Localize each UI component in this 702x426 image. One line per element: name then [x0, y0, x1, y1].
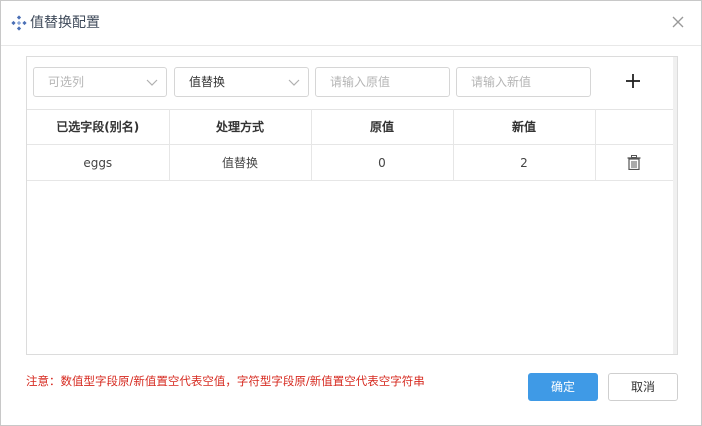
cell-old-value: 0: [311, 144, 454, 181]
cancel-button[interactable]: 取消: [608, 373, 678, 401]
new-value-placeholder: 请输入新值: [471, 75, 532, 89]
ok-button[interactable]: 确定: [528, 373, 598, 401]
warning-note: 注意：数值型字段原/新值置空代表空值，字符型字段原/新值置空代表空字符串: [26, 374, 425, 388]
header-method: 处理方式: [169, 109, 312, 145]
new-value-input[interactable]: 请输入新值: [456, 67, 591, 97]
table-row: eggs 值替换 0 2: [27, 144, 673, 181]
panel-scrollbar[interactable]: [673, 57, 677, 354]
method-select[interactable]: 值替换: [174, 67, 309, 97]
cell-new-value: 2: [453, 144, 596, 181]
cell-field: eggs: [27, 144, 170, 181]
dialog-titlebar: 值替换配置: [1, 1, 701, 46]
close-icon[interactable]: [669, 13, 687, 31]
dialog-title: 值替换配置: [30, 15, 100, 31]
cell-method: 值替换: [169, 144, 312, 181]
table-header-row: 已选字段(别名) 处理方式 原值 新值: [27, 109, 673, 145]
value-replace-dialog: 值替换配置 可选列 值替换 请输入原值 请输入新值 已选字段(别名) 处理方式 …: [0, 0, 702, 426]
field-select[interactable]: 可选列: [33, 67, 167, 97]
old-value-placeholder: 请输入原值: [330, 75, 391, 89]
chevron-down-icon: [146, 79, 158, 86]
rule-toolbar: 可选列 值替换 请输入原值 请输入新值: [27, 57, 677, 110]
old-value-input[interactable]: 请输入原值: [315, 67, 450, 97]
header-field: 已选字段(别名): [27, 109, 170, 145]
rules-table: 已选字段(别名) 处理方式 原值 新值 eggs 值替换 0 2: [27, 109, 673, 181]
chevron-down-icon: [288, 79, 300, 86]
cell-action: [595, 144, 673, 181]
diamond-dots-icon: [11, 15, 27, 31]
field-select-placeholder: 可选列: [48, 75, 85, 89]
header-action: [595, 109, 673, 145]
header-old-value: 原值: [311, 109, 454, 145]
header-new-value: 新值: [453, 109, 596, 145]
trash-icon[interactable]: [627, 155, 641, 171]
replace-rules-panel: 可选列 值替换 请输入原值 请输入新值 已选字段(别名) 处理方式 原值 新值 …: [26, 56, 678, 355]
method-select-value: 值替换: [189, 75, 226, 89]
plus-icon[interactable]: [624, 72, 642, 90]
